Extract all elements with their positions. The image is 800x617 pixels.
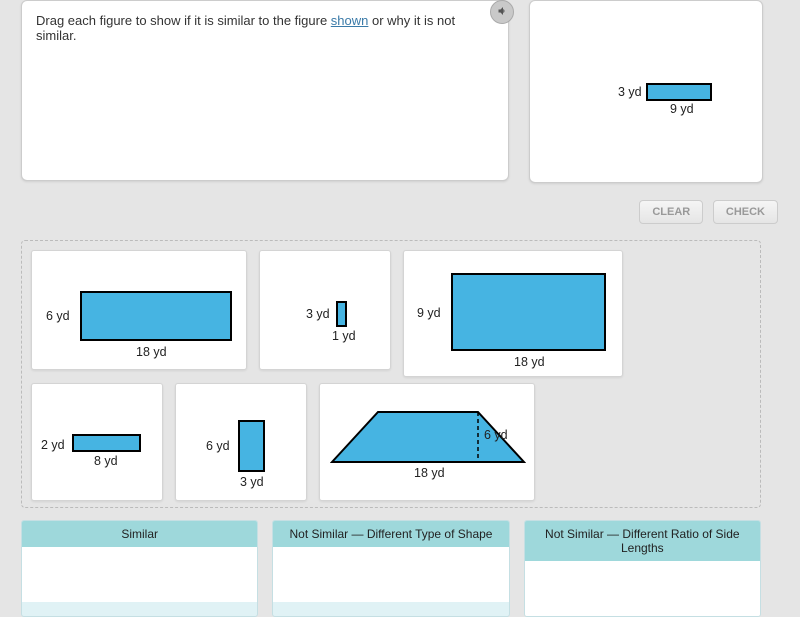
- check-button[interactable]: CHECK: [713, 200, 778, 224]
- tile-b-w: 1 yd: [332, 329, 356, 343]
- prompt-panel: Drag each figure to show if it is simila…: [21, 0, 509, 181]
- tile-source-area: 6 yd 18 yd 3 yd 1 yd 9 yd 18 yd 2 yd 8 y…: [21, 240, 761, 508]
- bucket-diff-shape-body: [273, 547, 508, 602]
- tile-3x1[interactable]: 3 yd 1 yd: [259, 250, 391, 370]
- ref-width-label: 9 yd: [670, 102, 694, 116]
- reference-panel: 3 yd 9 yd: [529, 0, 763, 183]
- clear-button[interactable]: CLEAR: [639, 200, 703, 224]
- tile-a-h: 6 yd: [46, 309, 70, 323]
- ref-height-label: 3 yd: [618, 85, 642, 99]
- prompt-text-pre: Drag each figure to show if it is simila…: [36, 13, 331, 28]
- tile-d-w: 8 yd: [94, 454, 118, 468]
- shown-link[interactable]: shown: [331, 13, 369, 28]
- audio-button[interactable]: [490, 0, 514, 24]
- tile-a-w: 18 yd: [136, 345, 167, 359]
- tile-trapezoid[interactable]: 6 yd 18 yd: [319, 383, 535, 501]
- tile-a-rect: [80, 291, 232, 341]
- tile-d-rect: [72, 434, 141, 452]
- tile-d-h: 2 yd: [41, 438, 65, 452]
- tile-e-w: 3 yd: [240, 475, 264, 489]
- tile-e-h: 6 yd: [206, 439, 230, 453]
- tile-f-w: 18 yd: [414, 466, 445, 480]
- tile-b-h: 3 yd: [306, 307, 330, 321]
- bucket-diff-ratio-header: Not Similar — Different Ratio of Side Le…: [525, 521, 760, 561]
- tile-f-h: 6 yd: [484, 428, 508, 442]
- bucket-diff-shape-header: Not Similar — Different Type of Shape: [273, 521, 508, 547]
- tile-9x18[interactable]: 9 yd 18 yd: [403, 250, 623, 377]
- tile-b-rect: [336, 301, 347, 327]
- bucket-diff-ratio[interactable]: Not Similar — Different Ratio of Side Le…: [524, 520, 761, 617]
- tile-c-w: 18 yd: [514, 355, 545, 369]
- bucket-diff-shape[interactable]: Not Similar — Different Type of Shape: [272, 520, 509, 617]
- ref-rect: [646, 83, 712, 101]
- bucket-similar[interactable]: Similar: [21, 520, 258, 617]
- tile-e-rect: [238, 420, 265, 472]
- bucket-similar-body: [22, 547, 257, 602]
- tile-c-h: 9 yd: [417, 306, 441, 320]
- speaker-icon: [496, 5, 508, 20]
- bucket-diff-ratio-body: [525, 561, 760, 616]
- tile-c-rect: [451, 273, 606, 351]
- bucket-similar-header: Similar: [22, 521, 257, 547]
- tile-6x3[interactable]: 6 yd 3 yd: [175, 383, 307, 501]
- tile-6x18[interactable]: 6 yd 18 yd: [31, 250, 247, 370]
- tile-2x8[interactable]: 2 yd 8 yd: [31, 383, 163, 501]
